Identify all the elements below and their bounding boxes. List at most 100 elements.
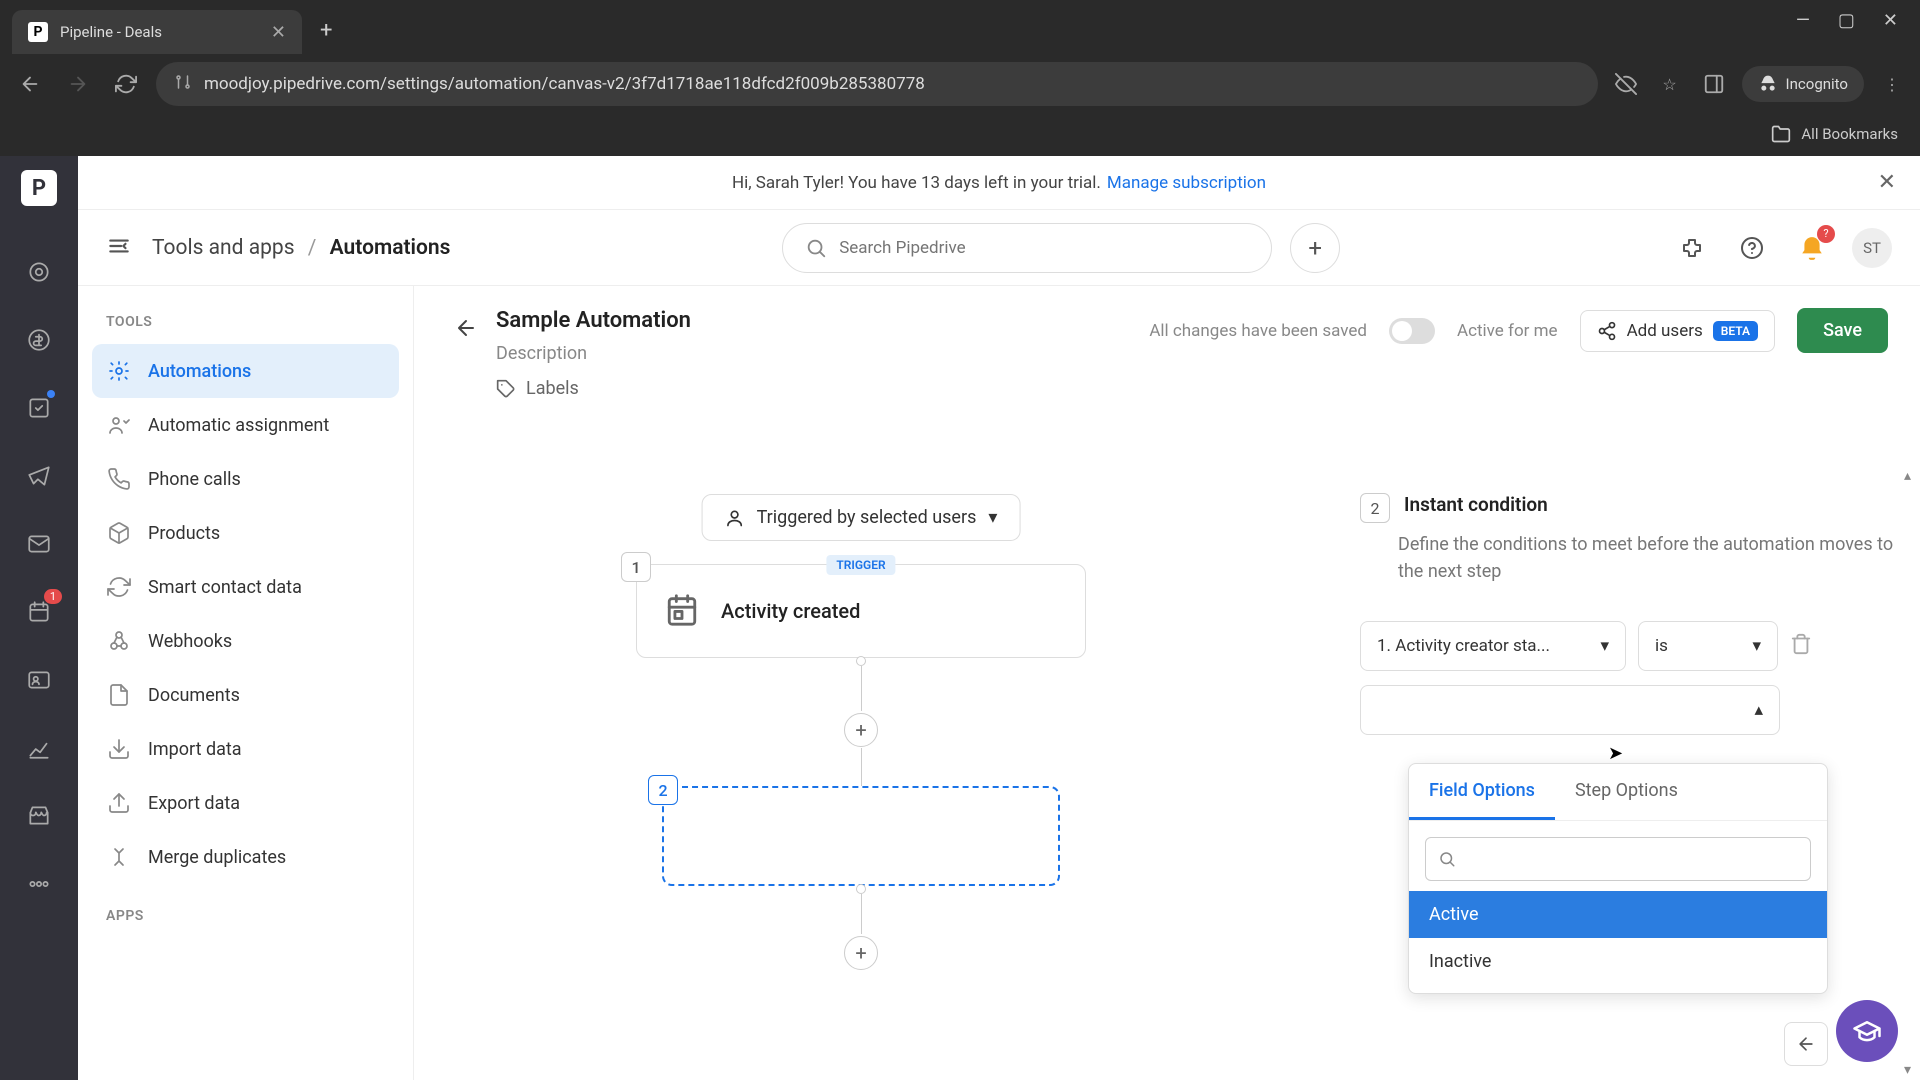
browser-menu-icon[interactable]: ⋮ bbox=[1876, 68, 1908, 100]
chevron-down-icon: ▾ bbox=[988, 507, 997, 528]
quick-add-button[interactable]: + bbox=[1290, 223, 1340, 273]
automation-canvas[interactable]: ▴ ▾ Triggered by selected users ▾ 1 TRIG… bbox=[414, 466, 1920, 1080]
extensions-icon[interactable] bbox=[1672, 228, 1712, 268]
notification-badge: ? bbox=[1817, 225, 1835, 243]
folder-icon bbox=[1771, 124, 1791, 144]
add-users-button[interactable]: Add users BETA bbox=[1580, 310, 1776, 352]
panel-icon[interactable] bbox=[1698, 68, 1730, 100]
sidebar-item-assignment[interactable]: Automatic assignment bbox=[92, 398, 399, 452]
condition-value-select[interactable]: ▴ bbox=[1360, 685, 1780, 735]
scroll-up-icon[interactable]: ▴ bbox=[1904, 468, 1911, 484]
sidebar-item-phone[interactable]: Phone calls bbox=[92, 452, 399, 506]
panel-step-number: 2 bbox=[1360, 493, 1390, 523]
search-icon bbox=[1438, 850, 1456, 868]
banner-close-icon[interactable]: ✕ bbox=[1878, 170, 1896, 195]
condition-operator-select[interactable]: is ▾ bbox=[1638, 621, 1778, 671]
global-search[interactable] bbox=[782, 223, 1272, 273]
notifications-icon[interactable]: ? bbox=[1792, 228, 1832, 268]
sidebar-item-webhooks[interactable]: Webhooks bbox=[92, 614, 399, 668]
rail-projects-icon[interactable] bbox=[19, 388, 59, 428]
rail-marketplace-icon[interactable] bbox=[19, 796, 59, 836]
trigger-badge: TRIGGER bbox=[826, 555, 895, 575]
dropdown-search[interactable] bbox=[1425, 837, 1811, 881]
rail-activities-icon[interactable]: 1 bbox=[19, 592, 59, 632]
url-text: moodjoy.pipedrive.com/settings/automatio… bbox=[204, 74, 1580, 94]
user-avatar[interactable]: ST bbox=[1852, 228, 1892, 268]
sidebar-item-merge[interactable]: Merge duplicates bbox=[92, 830, 399, 884]
chevron-down-icon: ▾ bbox=[1752, 636, 1761, 656]
trigger-users-selector[interactable]: Triggered by selected users ▾ bbox=[702, 494, 1021, 541]
sidebar-item-smart-contact[interactable]: Smart contact data bbox=[92, 560, 399, 614]
step-1-trigger[interactable]: 1 TRIGGER Activity created bbox=[636, 564, 1086, 658]
rail-mail-icon[interactable] bbox=[19, 524, 59, 564]
value-dropdown: Field Options Step Options Active Inacti… bbox=[1408, 763, 1828, 994]
rail-more-icon[interactable] bbox=[19, 864, 59, 904]
chevron-up-icon: ▴ bbox=[1754, 700, 1763, 720]
scrollbar[interactable]: ▴ ▾ bbox=[1902, 466, 1920, 1080]
window-maximize-icon[interactable]: ▢ bbox=[1838, 10, 1855, 31]
automation-description[interactable]: Description bbox=[496, 343, 691, 364]
tab-close-icon[interactable]: ✕ bbox=[271, 22, 286, 43]
nav-reload-button[interactable] bbox=[108, 66, 144, 102]
search-input[interactable] bbox=[839, 238, 1249, 258]
sidebar-item-products[interactable]: Products bbox=[92, 506, 399, 560]
rail-campaigns-icon[interactable] bbox=[19, 456, 59, 496]
rail-leads-icon[interactable] bbox=[19, 252, 59, 292]
mouse-cursor: ➤ bbox=[1608, 743, 1623, 764]
add-step-button[interactable]: + bbox=[844, 936, 878, 970]
search-icon bbox=[805, 237, 827, 259]
sidebar-heading-apps: APPS bbox=[92, 908, 399, 938]
automation-title[interactable]: Sample Automation bbox=[496, 308, 691, 333]
all-bookmarks-button[interactable]: All Bookmarks bbox=[1801, 125, 1898, 143]
eye-off-icon[interactable] bbox=[1610, 68, 1642, 100]
scroll-down-icon[interactable]: ▾ bbox=[1904, 1062, 1911, 1078]
back-button[interactable] bbox=[446, 308, 486, 348]
dropdown-option-inactive[interactable]: Inactive bbox=[1409, 938, 1827, 985]
user-icon bbox=[725, 508, 745, 528]
sidebar-toggle-icon[interactable] bbox=[106, 233, 132, 263]
panel-title: Instant condition bbox=[1404, 493, 1548, 523]
address-bar[interactable]: moodjoy.pipedrive.com/settings/automatio… bbox=[156, 62, 1598, 106]
step-2-placeholder[interactable]: 2 bbox=[662, 786, 1060, 886]
rail-deals-icon[interactable] bbox=[19, 320, 59, 360]
condition-field-select[interactable]: 1. Activity creator sta... ▾ bbox=[1360, 621, 1626, 671]
delete-condition-button[interactable] bbox=[1790, 633, 1816, 659]
dropdown-option-active[interactable]: Active bbox=[1409, 891, 1827, 938]
sidebar-heading-tools: TOOLS bbox=[92, 314, 399, 344]
tab-field-options[interactable]: Field Options bbox=[1409, 764, 1555, 820]
app-logo[interactable]: P bbox=[21, 170, 57, 206]
sidebar-item-documents[interactable]: Documents bbox=[92, 668, 399, 722]
smart-contact-icon bbox=[106, 574, 132, 600]
new-tab-button[interactable]: + bbox=[320, 18, 332, 43]
incognito-indicator[interactable]: Incognito bbox=[1742, 66, 1864, 102]
sidebar-item-automations[interactable]: Automations bbox=[92, 344, 399, 398]
save-button[interactable]: Save bbox=[1797, 308, 1888, 353]
window-close-icon[interactable]: ✕ bbox=[1883, 10, 1898, 31]
automation-labels[interactable]: Labels bbox=[496, 378, 691, 399]
browser-tab[interactable]: P Pipeline - Deals ✕ bbox=[12, 10, 302, 54]
step-1-number: 1 bbox=[621, 552, 651, 582]
bookmark-star-icon[interactable]: ☆ bbox=[1654, 68, 1686, 100]
panel-description: Define the conditions to meet before the… bbox=[1354, 531, 1902, 585]
add-step-button[interactable]: + bbox=[844, 713, 878, 747]
rail-insights-icon[interactable] bbox=[19, 728, 59, 768]
sidebar-item-import[interactable]: Import data bbox=[92, 722, 399, 776]
manage-subscription-link[interactable]: Manage subscription bbox=[1107, 173, 1266, 193]
connector-dot bbox=[856, 884, 866, 894]
sidebar-item-export[interactable]: Export data bbox=[92, 776, 399, 830]
nav-back-button[interactable] bbox=[12, 66, 48, 102]
site-info-icon[interactable] bbox=[174, 73, 192, 95]
nav-rail: P 1 bbox=[0, 156, 78, 1080]
breadcrumb-root[interactable]: Tools and apps bbox=[152, 236, 295, 260]
tag-icon bbox=[496, 379, 516, 399]
window-minimize-icon[interactable]: — bbox=[1796, 10, 1810, 31]
active-toggle[interactable] bbox=[1389, 318, 1435, 344]
help-fab[interactable] bbox=[1836, 1000, 1898, 1062]
products-icon bbox=[106, 520, 132, 546]
dropdown-search-input[interactable] bbox=[1466, 850, 1798, 869]
tab-step-options[interactable]: Step Options bbox=[1555, 764, 1698, 820]
tab-favicon: P bbox=[28, 22, 48, 42]
panel-back-button[interactable] bbox=[1784, 1022, 1828, 1066]
help-icon[interactable] bbox=[1732, 228, 1772, 268]
rail-contacts-icon[interactable] bbox=[19, 660, 59, 700]
